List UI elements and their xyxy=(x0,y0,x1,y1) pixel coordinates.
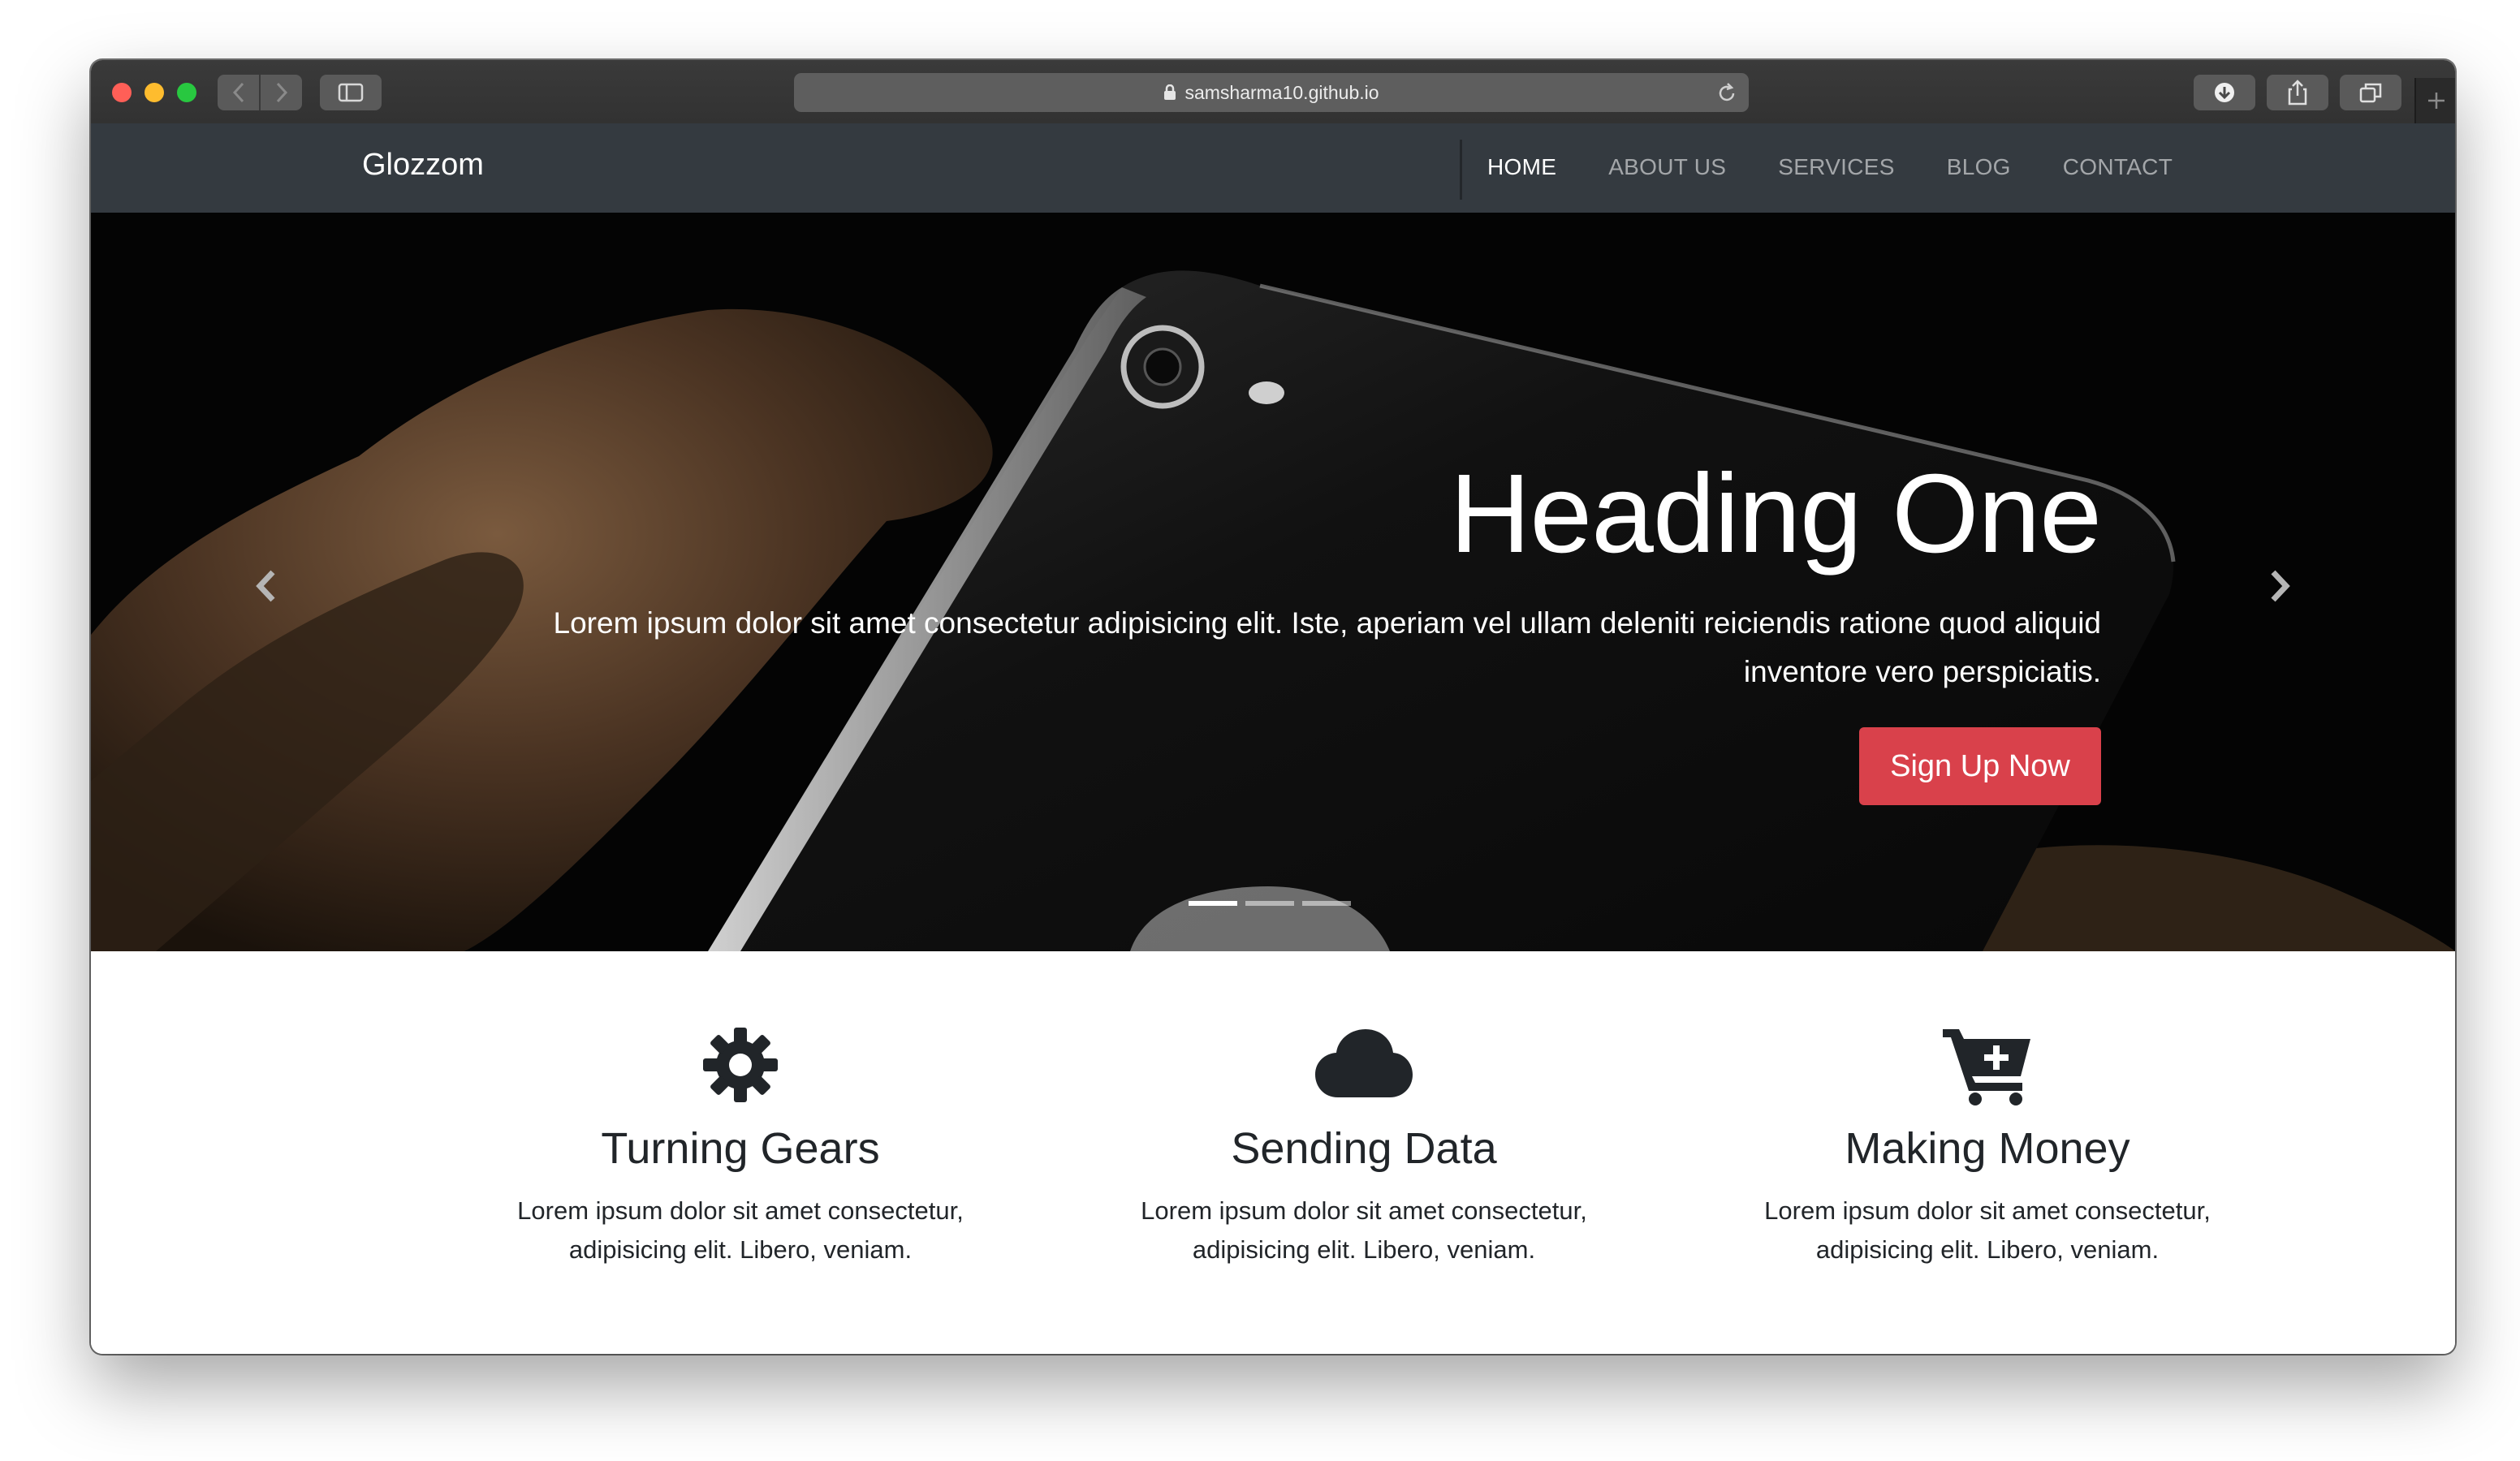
close-window-button[interactable] xyxy=(112,83,132,102)
history-nav-group xyxy=(218,75,302,110)
cart-plus-icon xyxy=(1943,1029,2030,1105)
nav-link-about-us[interactable]: ABOUT US xyxy=(1608,154,1726,180)
nav-link-services[interactable]: SERVICES xyxy=(1778,154,1895,180)
hero-caption: Heading One Lorem ipsum dolor sit amet c… xyxy=(477,451,2102,696)
zoom-window-button[interactable] xyxy=(177,83,196,102)
sign-up-button[interactable]: Sign Up Now xyxy=(1859,727,2101,805)
share-button[interactable] xyxy=(2267,75,2328,110)
site-brand-logo[interactable]: Glozzom xyxy=(362,148,484,183)
browser-window: samsharma10.github.io Glozzom HOME ABOUT… xyxy=(91,60,2455,1354)
carousel-indicators xyxy=(1189,901,1351,906)
hero-carousel: Heading One Lorem ipsum dolor sit amet c… xyxy=(91,213,2455,951)
plus-icon xyxy=(2428,93,2444,109)
hero-text: Lorem ipsum dolor sit amet consectetur a… xyxy=(477,599,2101,696)
site-navbar: Glozzom HOME ABOUT US SERVICES BLOG CONT… xyxy=(91,123,2455,213)
carousel-prev-button[interactable] xyxy=(250,562,283,610)
carousel-indicator[interactable] xyxy=(1302,901,1351,906)
back-button[interactable] xyxy=(218,75,261,110)
nav-link-home[interactable]: HOME xyxy=(1487,154,1556,180)
feature-title: Turning Gears xyxy=(601,1124,880,1173)
hero-heading: Heading One xyxy=(1449,451,2102,576)
feature-desc-line: adipisicing elit. Libero, veniam. xyxy=(568,1235,913,1264)
forward-button[interactable] xyxy=(261,75,302,110)
chevron-right-icon xyxy=(276,82,287,103)
gear-icon xyxy=(703,1028,778,1102)
nav-links: HOME ABOUT US SERVICES BLOG CONTACT xyxy=(1487,154,2224,180)
feature-description: Lorem ipsum dolor sit amet consectetur, … xyxy=(1055,1192,1672,1269)
feature-desc-line: Lorem ipsum dolor sit amet consectetur, xyxy=(1764,1196,2211,1225)
sidebar-icon xyxy=(338,83,364,102)
chevron-left-icon xyxy=(232,82,244,103)
url-text: samsharma10.github.io xyxy=(1184,81,1379,103)
feature-description: Lorem ipsum dolor sit amet consectetur, … xyxy=(1679,1192,2296,1269)
sidebar-toggle-button[interactable] xyxy=(320,75,382,110)
lock-icon xyxy=(1164,84,1176,100)
reload-icon[interactable] xyxy=(1716,81,1737,104)
hero-text-line-2: inventore vero perspiciatis. xyxy=(1743,655,2101,688)
hero-text-line-1: Lorem ipsum dolor sit amet consectetur a… xyxy=(553,606,2101,640)
screenshot-stage: samsharma10.github.io Glozzom HOME ABOUT… xyxy=(0,0,2520,1461)
features-section: Turning Gears Lorem ipsum dolor sit amet… xyxy=(91,951,2455,1354)
carousel-indicator[interactable] xyxy=(1245,901,1294,906)
browser-toolbar: samsharma10.github.io xyxy=(91,60,2455,125)
chevron-right-icon xyxy=(2271,570,2290,602)
carousel-next-button[interactable] xyxy=(2263,562,2296,610)
feature-desc-line: adipisicing elit. Libero, veniam. xyxy=(1815,1235,2160,1264)
minimize-window-button[interactable] xyxy=(145,83,164,102)
nav-link-contact[interactable]: CONTACT xyxy=(2063,154,2173,180)
nav-link-blog[interactable]: BLOG xyxy=(1947,154,2011,180)
tabs-icon xyxy=(2359,83,2382,103)
feature-desc-line: adipisicing elit. Libero, veniam. xyxy=(1192,1235,1536,1264)
new-tab-button[interactable] xyxy=(2414,78,2455,123)
feature-title: Making Money xyxy=(1845,1124,2130,1173)
feature-desc-line: Lorem ipsum dolor sit amet consectetur, xyxy=(517,1196,964,1225)
downloads-button[interactable] xyxy=(2194,75,2255,110)
tab-overview-button[interactable] xyxy=(2340,75,2401,110)
carousel-indicator[interactable] xyxy=(1189,901,1237,906)
feature-description: Lorem ipsum dolor sit amet consectetur, … xyxy=(432,1192,1049,1269)
nav-divider xyxy=(1460,140,1462,200)
feature-title: Sending Data xyxy=(1231,1124,1497,1173)
cloud-icon xyxy=(1315,1029,1413,1097)
address-bar[interactable]: samsharma10.github.io xyxy=(794,73,1749,112)
download-icon xyxy=(2215,83,2234,102)
share-icon xyxy=(2288,80,2307,106)
chevron-left-icon xyxy=(256,570,275,602)
feature-desc-line: Lorem ipsum dolor sit amet consectetur, xyxy=(1141,1196,1587,1225)
